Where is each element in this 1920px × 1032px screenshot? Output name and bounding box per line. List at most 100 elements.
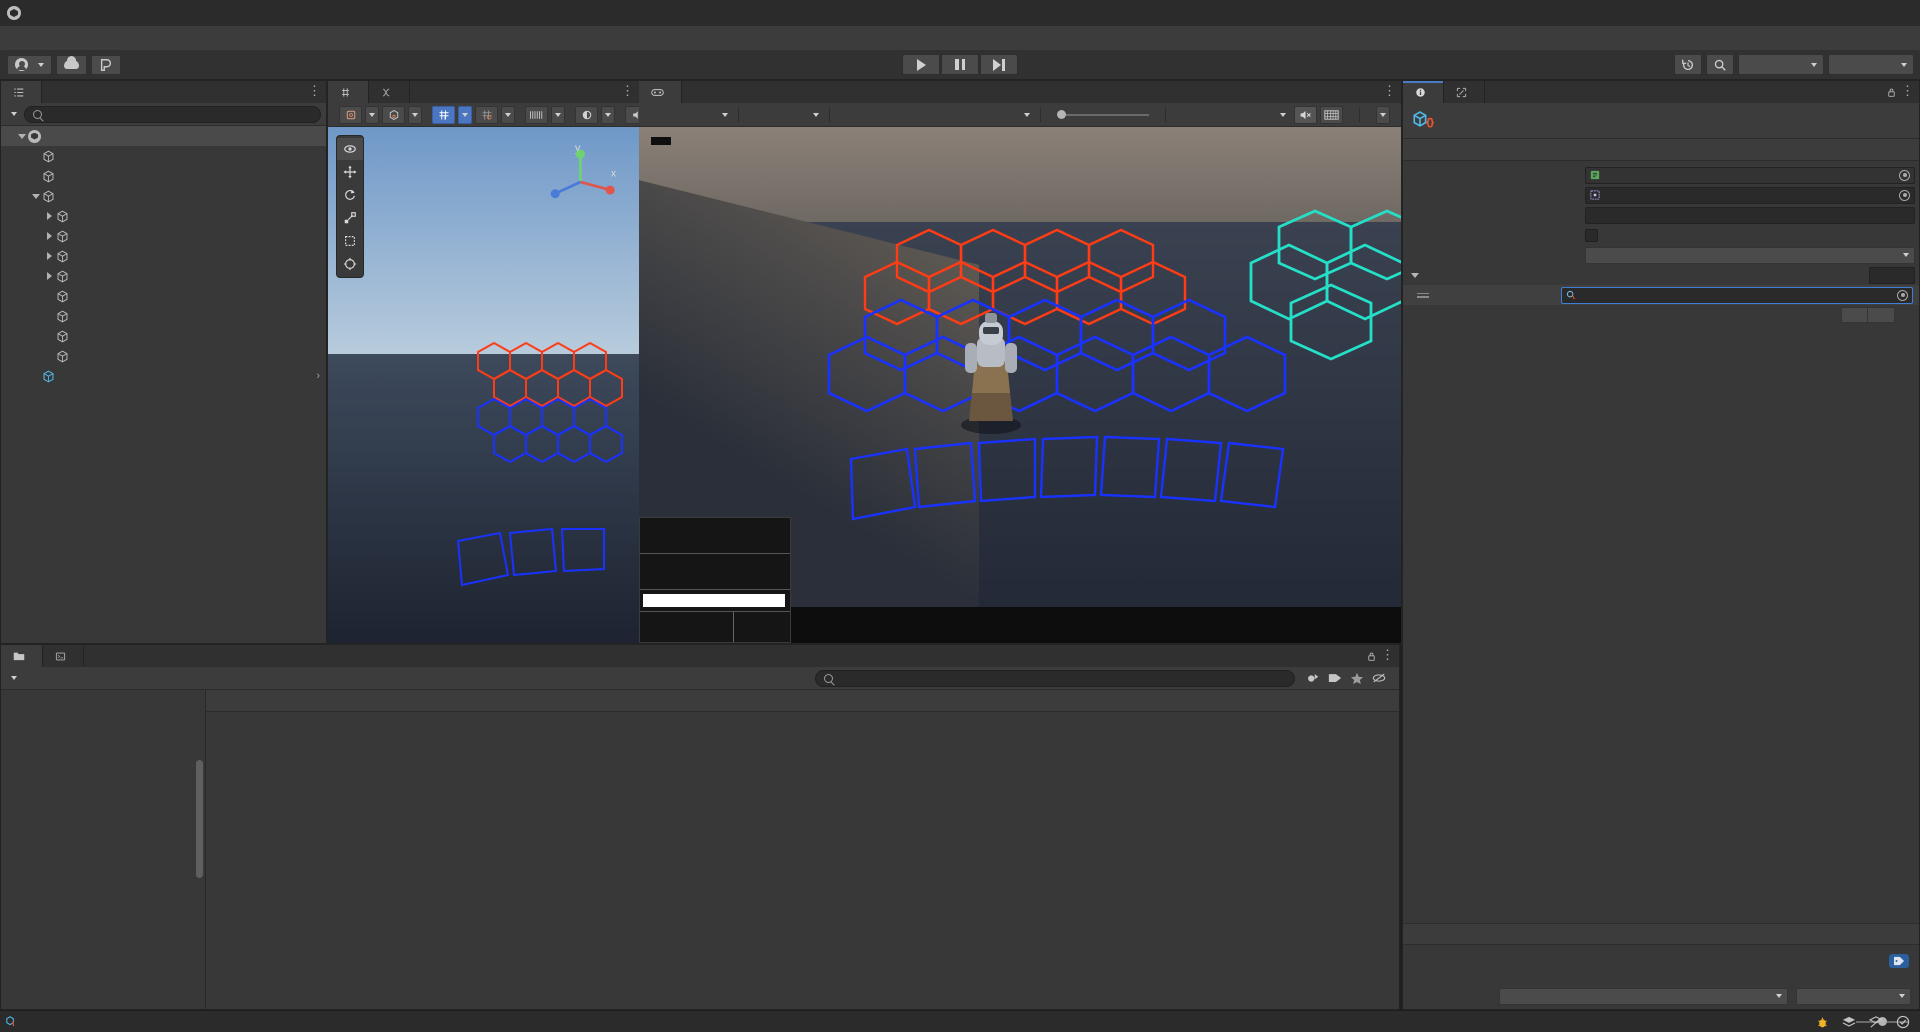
array-add-button[interactable]: [1841, 307, 1868, 323]
minimize-button[interactable]: [1782, 0, 1828, 26]
hierarchy-item-eventsystem[interactable]: [1, 346, 326, 366]
asset-labels-area[interactable]: [1403, 945, 1919, 983]
twisty-closed[interactable]: [43, 232, 56, 240]
hierarchy-menu-icon[interactable]: ⋮: [308, 84, 322, 98]
object-picker-icon[interactable]: [1899, 189, 1910, 201]
assetvariant-dropdown[interactable]: [1796, 987, 1911, 1005]
layout-dropdown[interactable]: [1828, 54, 1914, 75]
no-preview-icon[interactable]: [1869, 1015, 1883, 1029]
twisty-closed[interactable]: [43, 212, 56, 220]
scene-scale-tool[interactable]: [337, 207, 363, 229]
refresh-button[interactable]: [640, 554, 790, 590]
object-field-effect-image[interactable]: [1585, 186, 1915, 204]
tab-project[interactable]: [1, 645, 43, 667]
maximize-button[interactable]: [1828, 0, 1874, 26]
element-0-object-field[interactable]: [1561, 286, 1913, 304]
project-menu-icon[interactable]: ⋮: [1381, 648, 1395, 662]
twisty-closed[interactable]: [43, 272, 56, 280]
layers-stack-icon[interactable]: [1842, 1016, 1856, 1029]
scene-draw-mode-button[interactable]: [525, 105, 548, 124]
filter-by-type-icon[interactable]: [1306, 672, 1320, 685]
array-remove-button[interactable]: [1868, 307, 1895, 323]
hierarchy-item-shop-manager[interactable]: [1, 286, 326, 306]
scene-handle-dropdown[interactable]: [408, 105, 422, 124]
menu-item-file[interactable]: [4, 26, 24, 50]
twisty-closed[interactable]: [43, 252, 56, 260]
object-field-script[interactable]: [1585, 166, 1915, 184]
hierarchy-item-samplegame[interactable]: [1, 126, 326, 146]
hierarchy-list[interactable]: ›: [1, 126, 326, 643]
on-hit-effects-foldout-row[interactable]: [1403, 265, 1919, 285]
open-button[interactable]: [1895, 148, 1911, 152]
plastic-scm-button[interactable]: [91, 54, 121, 75]
game-aspect-dropdown[interactable]: [835, 106, 1035, 124]
inspector-menu-icon[interactable]: ⋮: [1901, 84, 1915, 98]
menu-item-window[interactable]: [124, 26, 144, 50]
scene-lighting-dropdown[interactable]: [601, 105, 615, 124]
scene-grid-snap-toggle[interactable]: y: [432, 105, 455, 124]
star-icon[interactable]: [1350, 672, 1364, 685]
tab-animator[interactable]: [369, 81, 410, 103]
hierarchy-search-input[interactable]: [24, 105, 321, 123]
scene-move-tool[interactable]: [337, 161, 363, 183]
menu-item-help[interactable]: [144, 26, 164, 50]
tag-icon[interactable]: [1889, 954, 1909, 968]
tab-game[interactable]: [639, 81, 682, 103]
scene-transform-tool[interactable]: [337, 253, 363, 275]
tab-inspector[interactable]: [1403, 81, 1444, 103]
scene-snap-dropdown[interactable]: [501, 105, 515, 124]
hierarchy-item-characterbench[interactable]: [1, 246, 326, 266]
scene-grid-dropdown[interactable]: [458, 105, 472, 124]
prefab-open-arrow-icon[interactable]: ›: [316, 370, 320, 382]
twisty-open[interactable]: [29, 193, 42, 199]
tab-navigation[interactable]: [1444, 81, 1485, 103]
hierarchy-item-fusion-manager[interactable]: [1, 306, 326, 326]
text-field-effect-description[interactable]: [1585, 206, 1915, 224]
menu-item-edit[interactable]: [24, 26, 44, 50]
scene-axis-gizmo[interactable]: y x: [539, 137, 629, 227]
scene-menu-icon[interactable]: ⋮: [621, 84, 635, 98]
menu-item-assets[interactable]: [44, 26, 64, 50]
filter-by-label-icon[interactable]: [1328, 672, 1342, 684]
hierarchy-item-itembench[interactable]: [1, 266, 326, 286]
on-hit-effects-foldout[interactable]: [1411, 272, 1581, 278]
project-tree[interactable]: [1, 690, 206, 1009]
tab-hierarchy[interactable]: [1, 81, 42, 103]
scene-pivot-dropdown[interactable]: [365, 105, 379, 124]
project-lock-icon[interactable]: [1366, 649, 1377, 665]
scene-tool-handle-button[interactable]: [382, 105, 405, 124]
scene-viewport[interactable]: y x: [328, 127, 639, 643]
menu-item-export[interactable]: [104, 26, 124, 50]
drag-handle-icon[interactable]: [1417, 292, 1429, 298]
game-stats-grid-button[interactable]: [1320, 105, 1343, 124]
game-menu-icon[interactable]: ⋮: [1383, 84, 1397, 98]
twisty-open[interactable]: [15, 133, 28, 139]
checkbox-double-animation[interactable]: [1585, 228, 1598, 242]
undo-history-button[interactable]: [1674, 54, 1702, 75]
game-play-maximized-dropdown[interactable]: [1171, 106, 1291, 124]
assetbundle-dropdown[interactable]: [1499, 987, 1788, 1005]
hierarchy-add-button[interactable]: [6, 112, 19, 116]
check-circle-icon[interactable]: [1896, 1015, 1910, 1029]
buy-exp-button[interactable]: [640, 518, 790, 554]
scene-rect-tool[interactable]: [337, 230, 363, 252]
game-mute-audio-button[interactable]: [1294, 105, 1317, 124]
game-viewport[interactable]: [639, 127, 1401, 643]
project-add-button[interactable]: [6, 676, 19, 680]
game-display-dropdown[interactable]: [744, 106, 824, 124]
scene-hand-tool[interactable]: [337, 138, 363, 160]
on-hit-effects-element-row[interactable]: [1403, 285, 1919, 305]
menu-item-gameobject[interactable]: [64, 26, 84, 50]
cloud-services-button[interactable]: [56, 54, 87, 75]
scene-snap-increment-button[interactable]: [475, 105, 498, 124]
tab-scene[interactable]: [328, 81, 369, 103]
inspector-lock-icon[interactable]: [1886, 85, 1897, 101]
hierarchy-item-auto-battle[interactable]: [1, 186, 326, 206]
project-search-input[interactable]: [815, 669, 1295, 687]
hierarchy-item-floor[interactable]: [1, 206, 326, 226]
breadcrumb[interactable]: [206, 690, 1399, 712]
game-scale-slider[interactable]: [1057, 110, 1149, 119]
object-picker-icon[interactable]: [1899, 169, 1910, 181]
pause-button[interactable]: [941, 54, 979, 75]
search-button[interactable]: [1706, 54, 1734, 75]
